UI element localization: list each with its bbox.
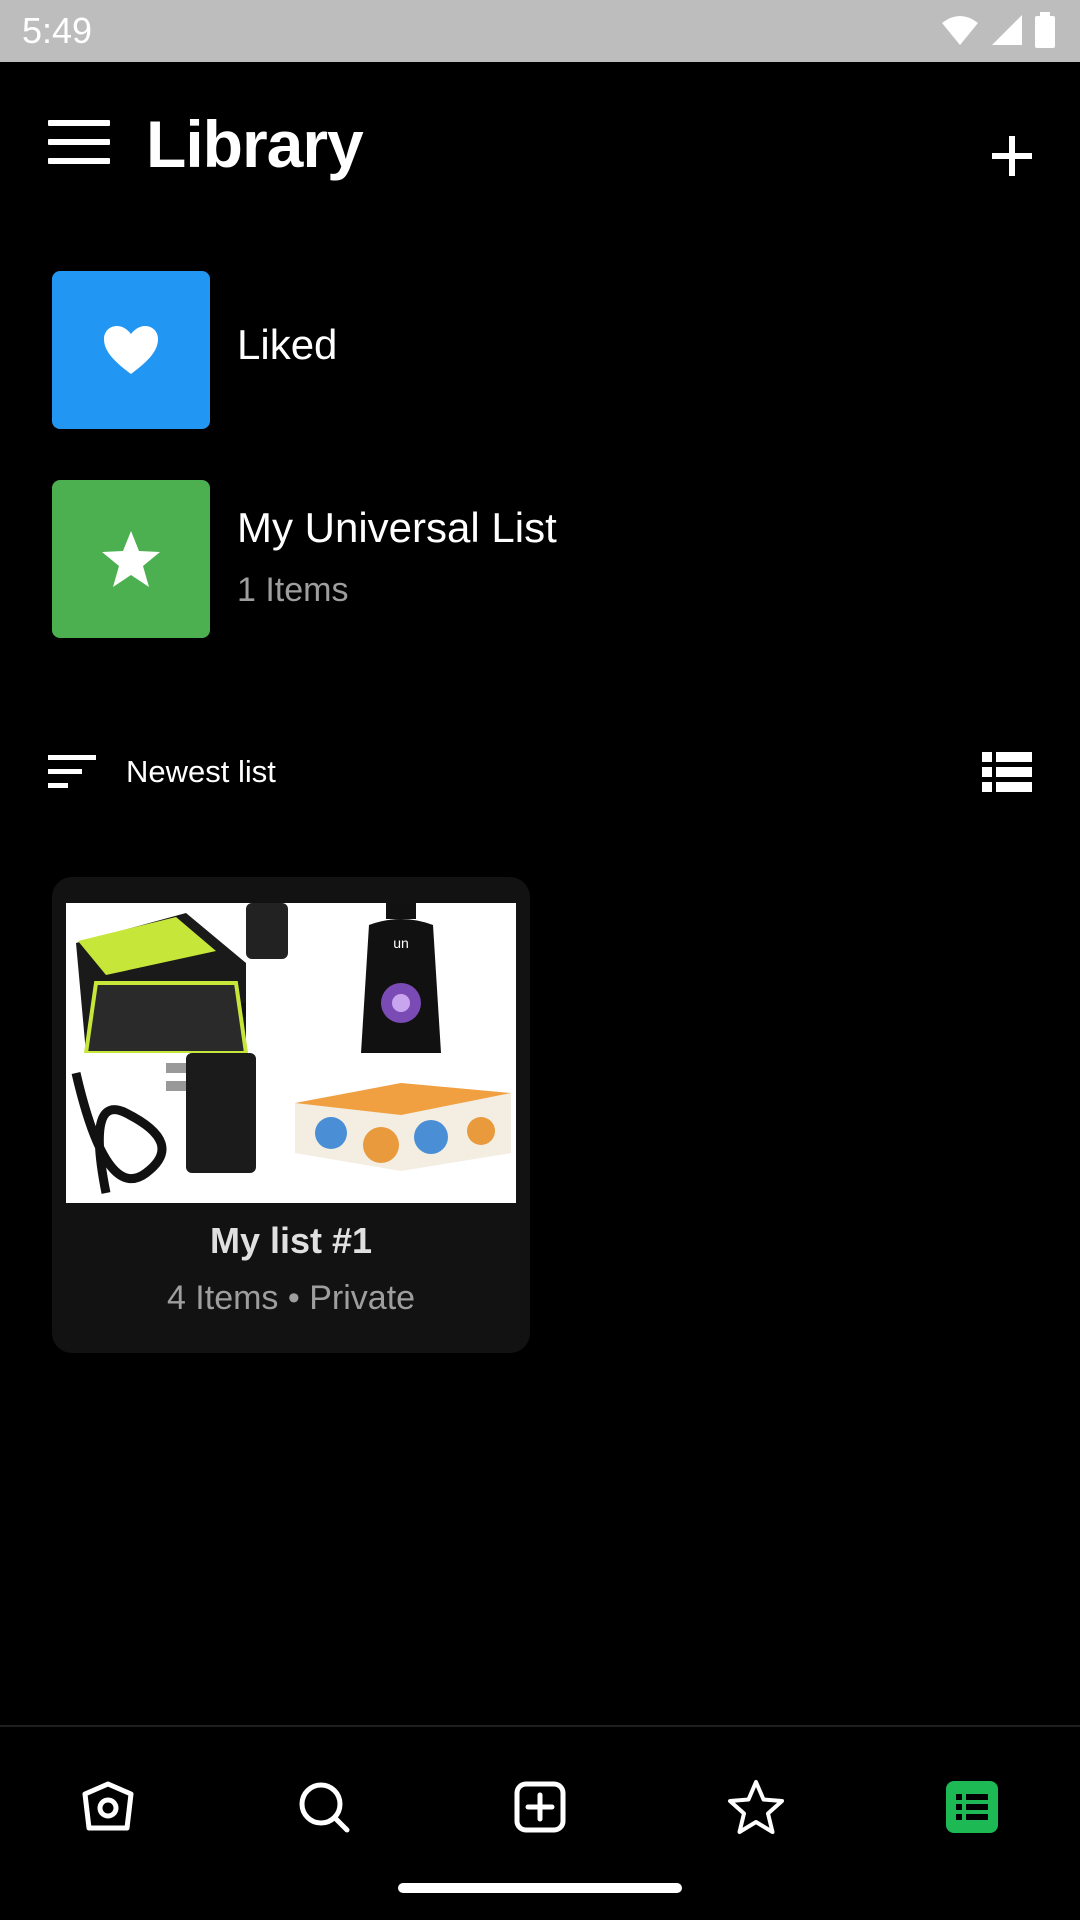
search-icon [299, 1782, 350, 1833]
page-title: Library [146, 107, 364, 181]
nav-favorites[interactable] [716, 1767, 796, 1847]
card-title: My list #1 [209, 1220, 373, 1261]
home-icon [82, 1781, 134, 1831]
star-outline-icon [728, 1780, 784, 1834]
list-icon [946, 1781, 998, 1833]
add-box-icon [514, 1781, 566, 1833]
status-time: 5:49 [22, 10, 93, 51]
hamburger-icon[interactable] [48, 120, 114, 170]
charger-image [66, 1053, 291, 1203]
tissue-box-image [291, 1053, 516, 1203]
list-view-icon[interactable] [982, 752, 1032, 792]
detergent-bottle-image: un [291, 903, 516, 1053]
liked-list-item[interactable]: Liked [52, 271, 1032, 429]
universal-thumbnail [52, 480, 210, 638]
sort-label: Newest list [126, 754, 276, 789]
svg-text:un: un [393, 935, 409, 951]
trimmer-case-image [66, 903, 291, 1053]
card-meta: 4 Items • Private [166, 1279, 416, 1317]
nav-add[interactable] [500, 1767, 580, 1847]
home-indicator[interactable] [398, 1883, 682, 1893]
signal-icon [992, 15, 1022, 45]
heart-icon [104, 326, 158, 374]
battery-icon [1035, 12, 1055, 48]
list-card[interactable]: un My list #1 4 Items • Private [52, 877, 530, 1353]
universal-title: My Universal List [237, 504, 557, 551]
wifi-icon [942, 16, 978, 45]
sort-button[interactable]: Newest list [48, 746, 276, 798]
plus-icon[interactable] [988, 132, 1036, 180]
liked-title: Liked [237, 321, 338, 368]
sort-row: Newest list [0, 740, 1080, 804]
nav-search[interactable] [284, 1767, 364, 1847]
status-bar: 5:49 [0, 0, 1080, 62]
universal-count: 1 Items [237, 571, 349, 609]
liked-thumbnail [52, 271, 210, 429]
universal-list-item[interactable]: My Universal List 1 Items [52, 480, 1032, 638]
status-icons [940, 12, 1056, 48]
card-mosaic: un [66, 903, 516, 1203]
star-icon [102, 531, 160, 587]
nav-library[interactable] [932, 1767, 1012, 1847]
app-bar: Library [0, 62, 1080, 232]
sort-icon [48, 755, 96, 788]
nav-home[interactable] [68, 1767, 148, 1847]
